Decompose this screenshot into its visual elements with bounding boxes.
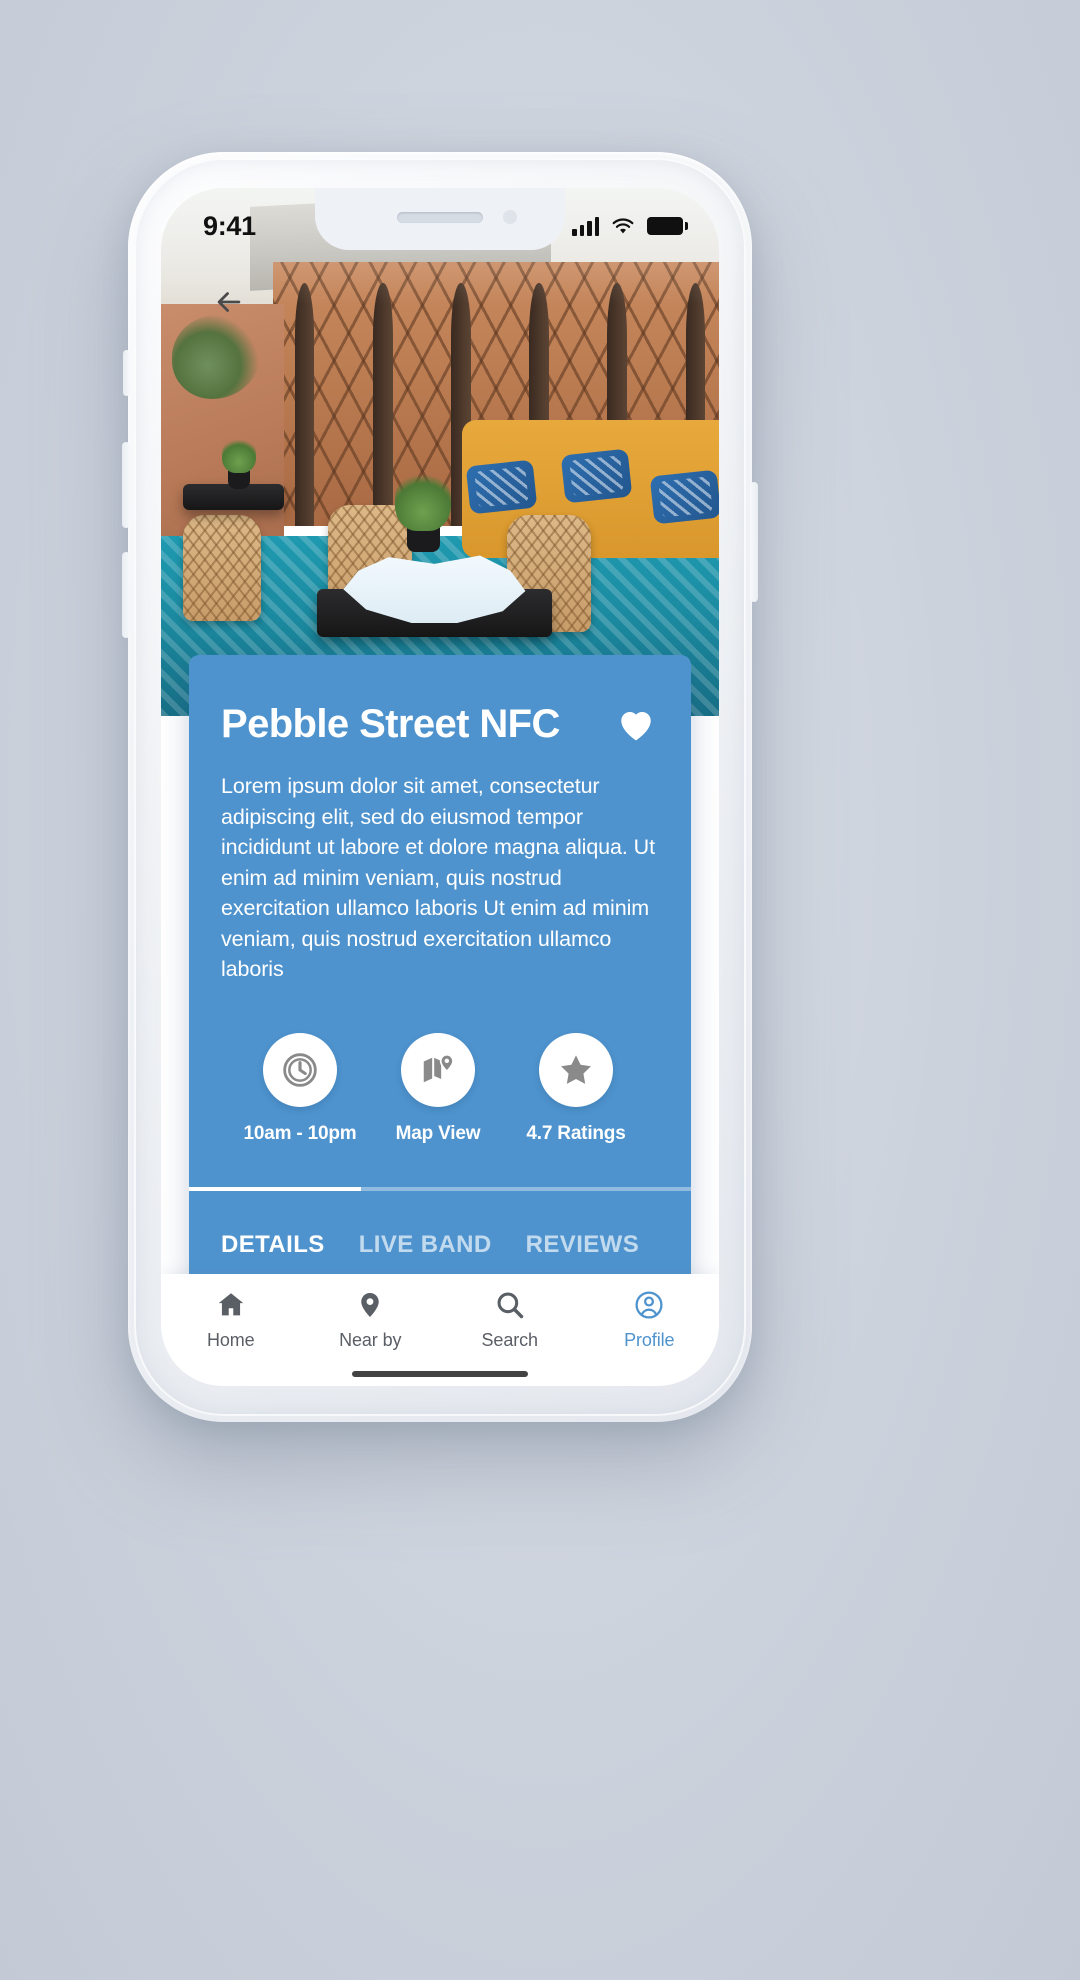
- venue-info-row: 10am - 10pm Map View 4.7 Ratings: [219, 1032, 661, 1145]
- home-indicator[interactable]: [352, 1371, 528, 1377]
- volume-down-button[interactable]: [122, 552, 130, 638]
- tab-live-band[interactable]: LIVE BAND: [359, 1231, 492, 1259]
- clock-icon: [283, 1052, 317, 1087]
- signal-bars-icon: [572, 216, 599, 236]
- hours-icon-badge: [263, 1032, 337, 1107]
- info-item-hours[interactable]: 10am - 10pm: [231, 1032, 369, 1145]
- back-button[interactable]: [207, 280, 251, 324]
- bottom-navigation: Home Near by Search Profile: [161, 1274, 719, 1386]
- nav-label-search: Search: [481, 1330, 539, 1350]
- status-time: 9:41: [203, 210, 256, 241]
- heart-icon: [621, 711, 651, 741]
- nav-item-nearby[interactable]: Near by: [310, 1288, 430, 1351]
- search-icon: [497, 1292, 523, 1319]
- rating-label: 4.7 Ratings: [526, 1122, 626, 1144]
- tab-details[interactable]: DETAILS: [221, 1231, 325, 1259]
- map-label: Map View: [395, 1122, 481, 1144]
- volume-up-button[interactable]: [122, 442, 130, 528]
- arrow-left-icon: [217, 292, 241, 312]
- hero-image: [161, 188, 719, 716]
- nav-label-home: Home: [206, 1330, 255, 1350]
- venue-title: Pebble Street NFC: [221, 702, 560, 746]
- nav-item-search[interactable]: Search: [450, 1288, 570, 1351]
- nav-item-profile[interactable]: Profile: [589, 1288, 709, 1351]
- tab-indicator-track: [189, 1186, 691, 1191]
- nav-label-profile: Profile: [624, 1330, 675, 1350]
- wifi-icon: [612, 217, 634, 233]
- nav-item-home[interactable]: Home: [171, 1288, 291, 1351]
- home-icon: [218, 1293, 244, 1316]
- hours-label: 10am - 10pm: [243, 1122, 357, 1144]
- location-pin-icon: [361, 1293, 379, 1317]
- phone-device-frame: 9:41 Pebble Street NFC Lorem ipsum dolor…: [122, 152, 758, 1422]
- star-icon: [561, 1055, 591, 1084]
- map-pin-icon: [423, 1053, 454, 1082]
- power-button[interactable]: [750, 482, 758, 602]
- mute-switch[interactable]: [123, 350, 130, 396]
- card-header: Pebble Street NFC: [219, 701, 661, 747]
- venue-description: Lorem ipsum dolor sit amet, consectetur …: [221, 774, 655, 982]
- map-icon-badge: [401, 1032, 475, 1107]
- info-item-map[interactable]: Map View: [369, 1032, 507, 1145]
- phone-screen: 9:41 Pebble Street NFC Lorem ipsum dolor…: [161, 188, 719, 1386]
- battery-icon: [647, 217, 688, 235]
- favorite-button[interactable]: [613, 701, 659, 747]
- status-bar: 9:41: [161, 188, 719, 250]
- rating-icon-badge: [539, 1032, 613, 1107]
- nav-label-nearby: Near by: [339, 1330, 402, 1350]
- venue-detail-card: Pebble Street NFC Lorem ipsum dolor sit …: [189, 655, 691, 1307]
- tab-active-indicator: [189, 1186, 361, 1191]
- tab-reviews[interactable]: REVIEWS: [526, 1231, 639, 1259]
- info-item-rating[interactable]: 4.7 Ratings: [507, 1032, 645, 1145]
- user-circle-icon: [635, 1291, 663, 1319]
